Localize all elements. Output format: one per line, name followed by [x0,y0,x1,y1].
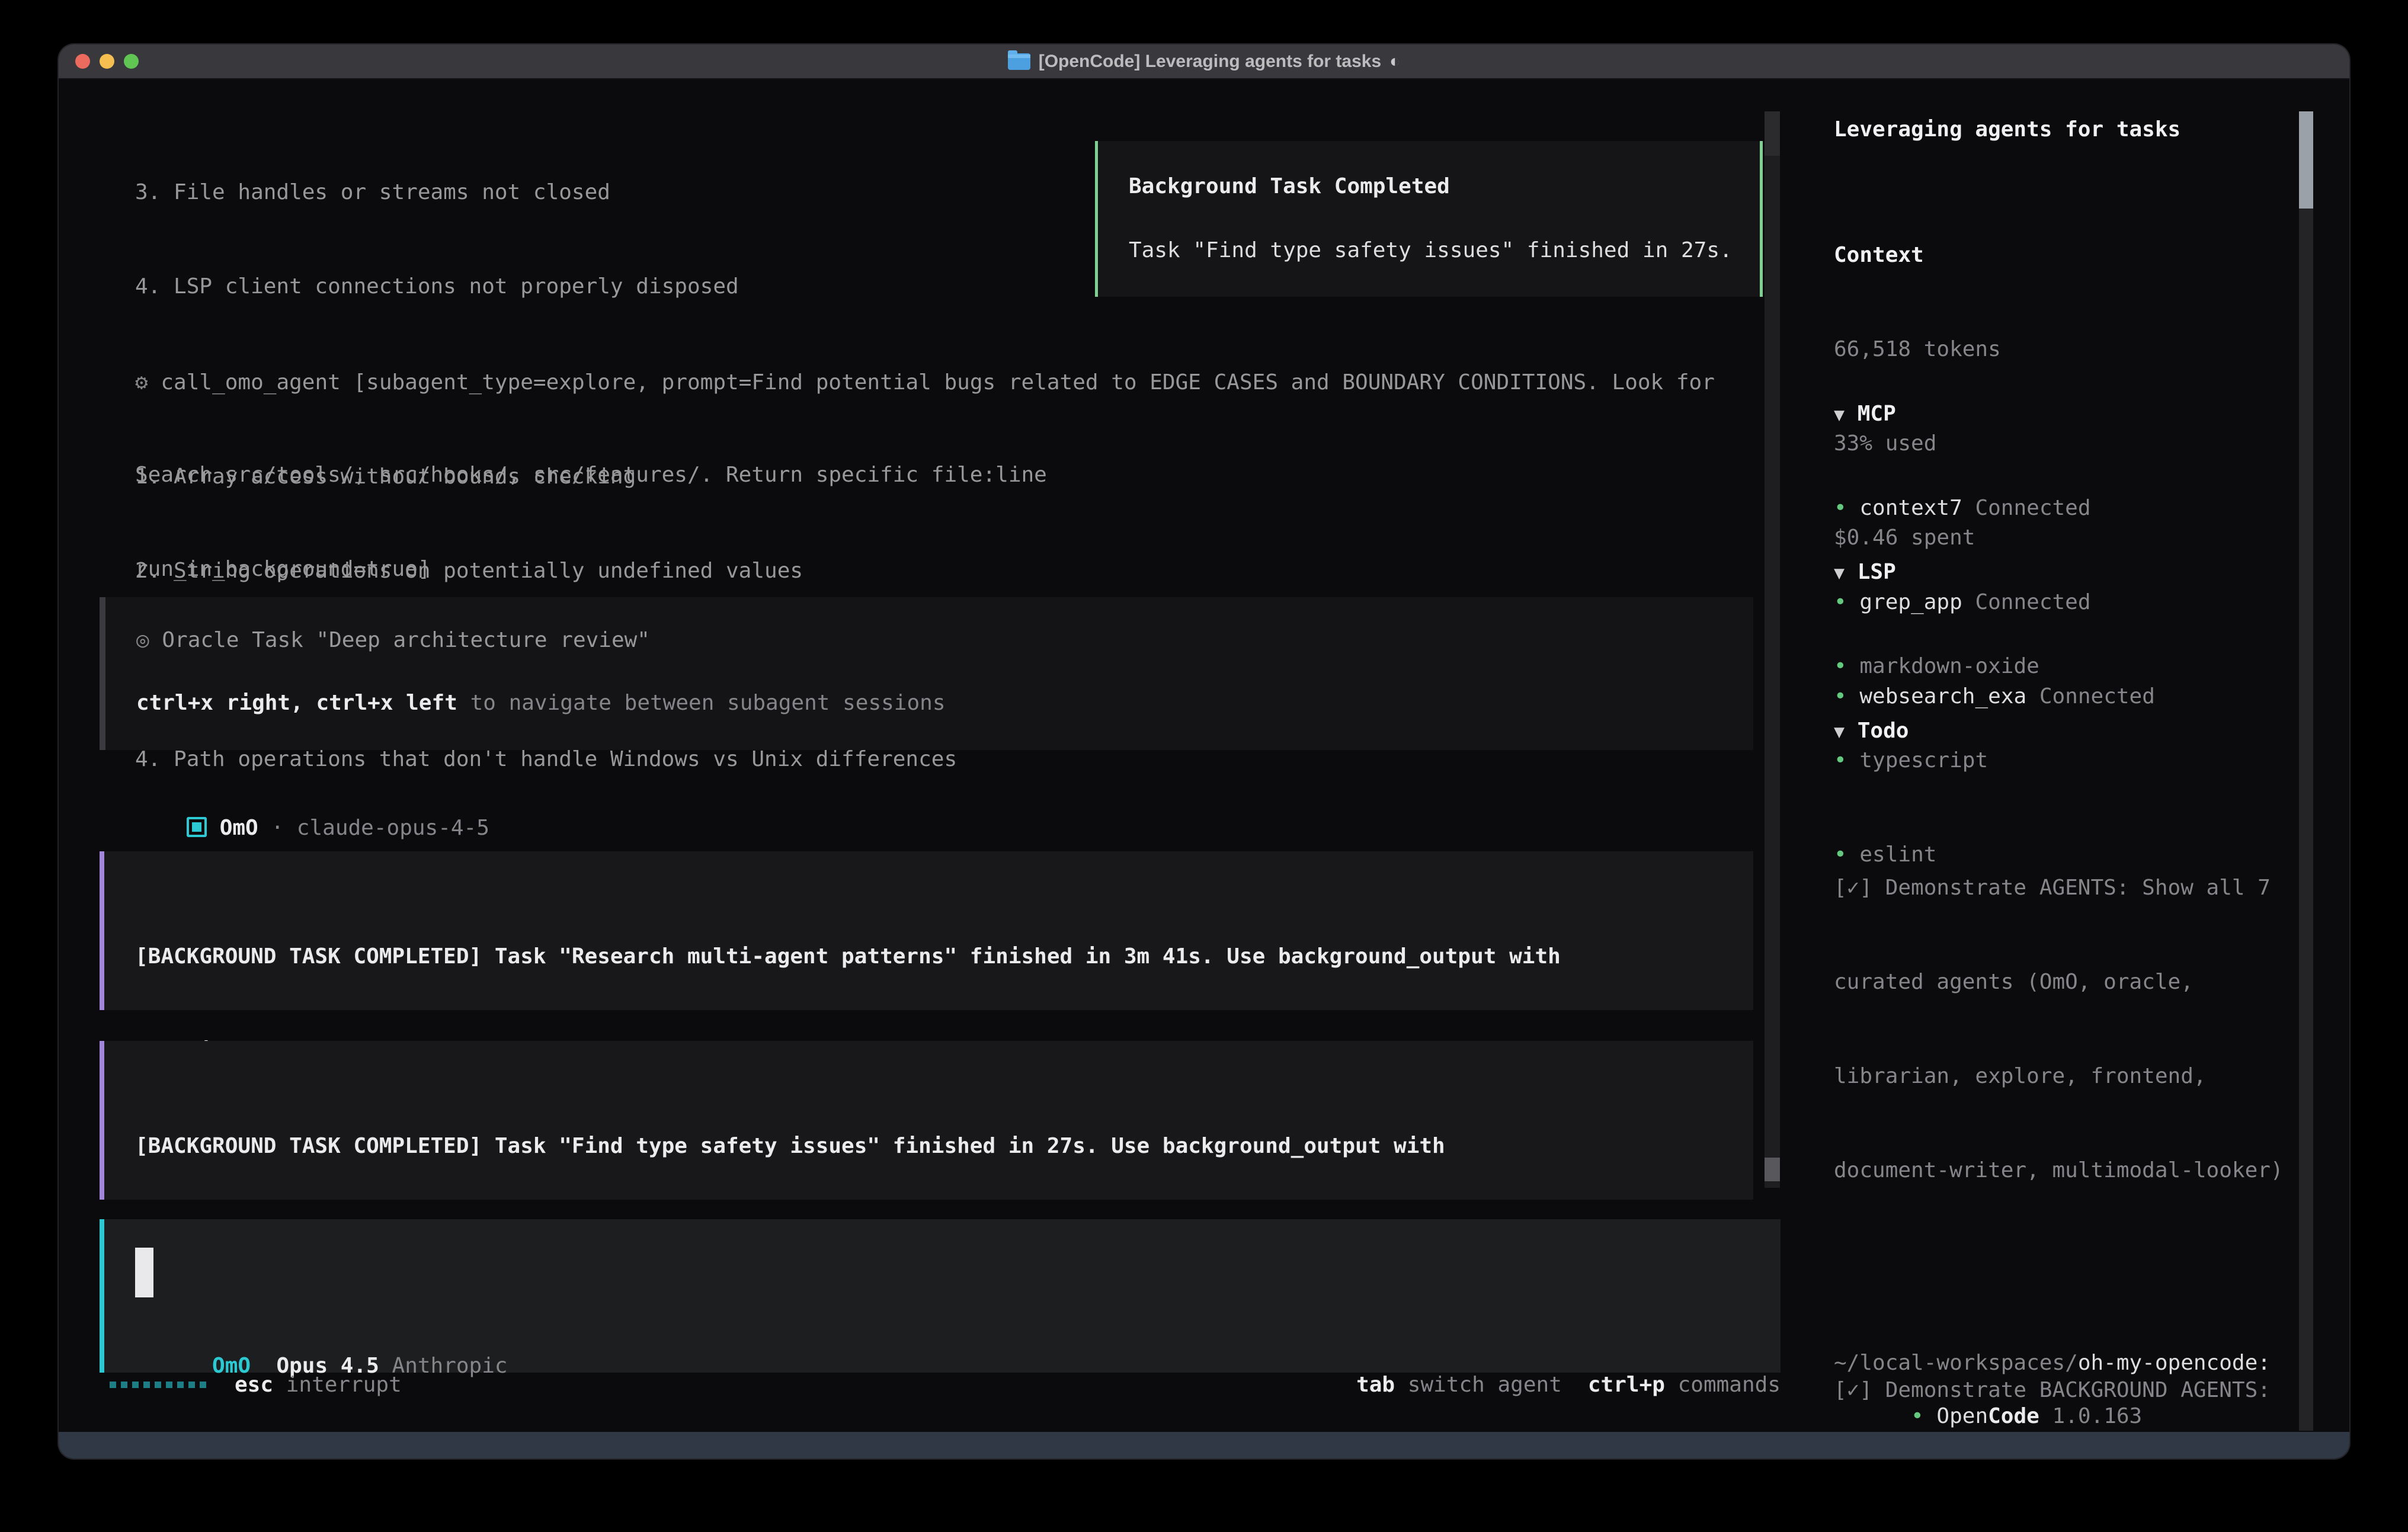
oracle-task-panel: ◎ Oracle Task "Deep architecture review"… [100,597,1753,750]
mcp-section-header[interactable]: ▼ MCP [1834,398,2155,430]
agent-name: OmO [220,816,258,840]
ctrlp-key-label: commands [1678,1369,1781,1400]
todo-section-header[interactable]: ▼ Todo [1834,715,2309,746]
gear-icon: ⚙ [135,370,148,395]
tab-key-label: switch agent [1408,1369,1562,1400]
text-cursor [135,1248,153,1297]
main-scrollbar-track[interactable] [1765,111,1780,1188]
sidebar-title: Leveraging agents for tasks [1834,117,2180,142]
esc-key-label: interrupt [286,1369,402,1400]
output-line: 4. LSP client connections not properly d… [135,271,1047,302]
brand-name: Open [1936,1404,1988,1428]
lsp-section-header[interactable]: ▼ LSP [1834,556,2039,588]
context-heading: Context [1834,243,1924,267]
bullet-icon: • [1911,1404,1924,1428]
chevron-down-icon: ▼ [1834,722,1845,742]
tab-key-hint: tab [1356,1369,1395,1400]
sidebar-scrollbar-track[interactable] [2299,111,2313,1431]
sidebar-scrollbar-thumb[interactable] [2299,111,2313,209]
output-line: 3. File handles or streams not closed [135,177,1047,208]
ctrlp-key-hint: ctrl+p [1588,1369,1665,1400]
todo-item: [✓] Demonstrate AGENTS: Show all 7 curat… [1834,809,2309,1249]
main-scrollbar-thumb[interactable] [1765,1158,1780,1181]
toast-title: Background Task Completed [1129,174,1450,198]
chevron-down-icon: ▼ [1834,405,1845,425]
agent-call-line: ⚙ call_omo_agent [subagent_type=explore,… [135,367,1753,398]
agent-call-item: 2. String operations on potentially unde… [135,555,1753,586]
separator-dot [258,816,271,840]
main-scrollbar-cap [1765,111,1780,156]
agent-model: claude-opus-4-5 [297,816,489,840]
esc-key-hint: esc [235,1369,273,1400]
prompt-input[interactable]: OmO Opus 4.5 Anthropic [100,1219,1781,1373]
window-title: [OpenCode] Leveraging agents for tasks [1039,52,1381,72]
background-task-message: [BACKGROUND TASK COMPLETED] Task "Resear… [100,851,1753,1010]
agent-call-item: 1. Array access without bounds checking [135,461,1753,492]
status-bar: esc interrupt tab switch agent ctrl+p co… [110,1369,1781,1400]
background-task-toast: Background Task Completed Task "Find typ… [1095,141,1763,297]
oracle-nav-hint: ctrl+x right, ctrl+x left to navigate be… [136,687,946,719]
toast-body: Task "Find type safety issues" finished … [1129,238,1733,262]
task-message-line: [BACKGROUND TASK COMPLETED] Task "Find t… [135,1134,1445,1158]
oracle-task-title-line: ◎ Oracle Task "Deep architecture review" [136,624,650,656]
background-task-message: [BACKGROUND TASK COMPLETED] Task "Find t… [100,1041,1753,1200]
agent-square-icon [187,817,207,837]
version-number: 1.0.163 [2052,1404,2143,1428]
spinner-dots-icon [110,1369,206,1400]
task-message-line: [BACKGROUND TASK COMPLETED] Task "Resear… [135,944,1561,969]
window-title-group: [OpenCode] Leveraging agents for tasks ◐ [59,44,2349,78]
folder-icon [1008,53,1030,70]
target-circle-icon: ◎ [136,628,149,652]
window-bottom-strip [59,1432,2349,1459]
chevron-down-icon: ▼ [1834,563,1845,584]
opencode-terminal-window: [OpenCode] Leveraging agents for tasks ◐… [59,44,2349,1459]
half-moon-icon: ◐ [1389,52,1400,72]
window-titlebar[interactable]: [OpenCode] Leveraging agents for tasks ◐ [59,44,2349,79]
